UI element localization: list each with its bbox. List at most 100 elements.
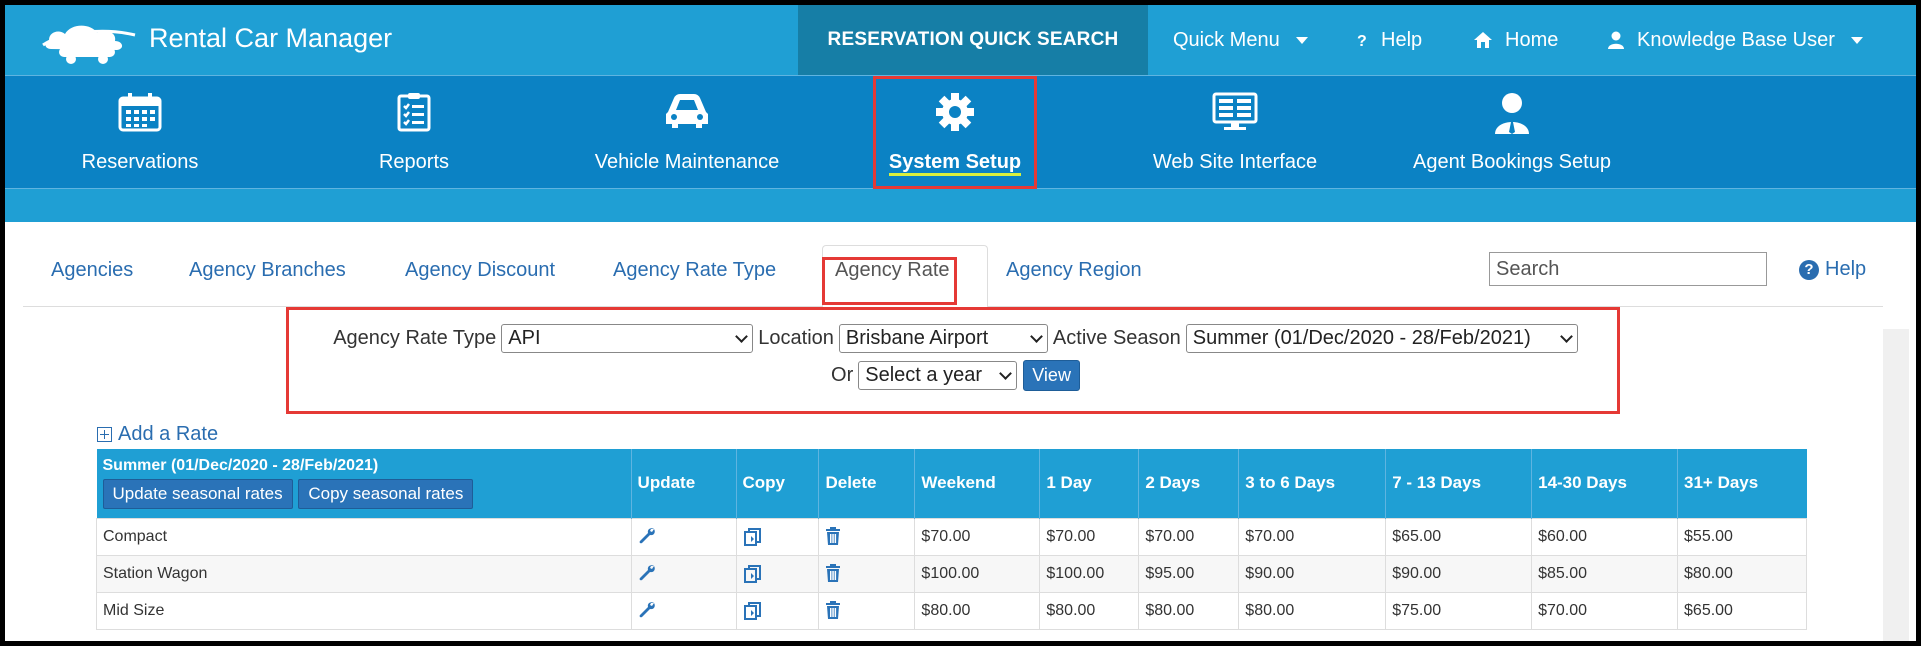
column-header-7-13-days: 7 - 13 Days [1385, 449, 1532, 518]
module-label: Reservations [81, 151, 199, 173]
update-seasonal-rates-button[interactable]: Update seasonal rates [102, 479, 293, 510]
delete-cell [818, 554, 916, 593]
location-label: Location [758, 327, 834, 349]
scrollbar[interactable] [1883, 329, 1909, 641]
update-cell [630, 554, 737, 593]
rate-31-plus-days: $55.00 [1677, 517, 1807, 556]
help-nav-link[interactable]: ? Help [1357, 5, 1422, 75]
tab-agency-discount[interactable]: Agency Discount [405, 259, 555, 282]
sub-header-bar [5, 189, 1916, 222]
rate-weekend: $80.00 [914, 591, 1041, 630]
quick-menu-dropdown[interactable]: Quick Menu [1173, 5, 1308, 75]
copy-icon[interactable] [743, 527, 763, 547]
year-select[interactable]: Select a year [858, 361, 1018, 390]
user-name: Knowledge Base User [1637, 28, 1835, 51]
rate-2-days: $80.00 [1138, 591, 1240, 630]
agent-icon [1495, 93, 1529, 134]
season-header-cell: Summer (01/Dec/2020 - 28/Feb/2021) Updat… [96, 449, 632, 518]
wrench-icon[interactable] [638, 564, 656, 582]
trash-icon[interactable] [825, 527, 841, 546]
table-header-row: Summer (01/Dec/2020 - 28/Feb/2021) Updat… [96, 449, 1807, 518]
rate-31-plus-days: $80.00 [1677, 554, 1807, 593]
column-header-update: Update [630, 449, 736, 518]
cloud-car-logo-icon [42, 25, 136, 64]
rate-type-select[interactable]: API [501, 324, 754, 353]
vehicle-class-cell: Compact [96, 517, 632, 556]
module-reservations[interactable]: Reservations [41, 76, 239, 190]
filter-row: Or Select a year View [289, 360, 1617, 391]
update-cell [630, 517, 737, 556]
user-icon [1608, 31, 1624, 49]
or-label: Or [831, 364, 854, 386]
rates-table: Summer (01/Dec/2020 - 28/Feb/2021) Updat… [96, 449, 1807, 630]
active-tab-highlight [822, 257, 957, 305]
season-title: Summer (01/Dec/2020 - 28/Feb/2021) [102, 457, 379, 475]
column-header-weekend: Weekend [914, 449, 1040, 518]
module-vehicle-maintenance[interactable]: Vehicle Maintenance [577, 76, 797, 190]
copy-seasonal-rates-button[interactable]: Copy seasonal rates [298, 479, 474, 510]
copy-icon[interactable] [743, 564, 763, 584]
home-icon [1474, 32, 1492, 48]
rate-2-days: $70.00 [1138, 517, 1240, 556]
help-circle-icon: ? [1799, 259, 1819, 280]
view-button[interactable]: View [1023, 360, 1080, 391]
monitor-icon [1212, 92, 1258, 130]
module-web-site-interface[interactable]: Web Site Interface [1125, 76, 1345, 190]
chevron-down-icon [735, 329, 749, 343]
wrench-icon[interactable] [638, 527, 656, 545]
tab-agency-region[interactable]: Agency Region [1006, 259, 1142, 282]
add-rate-link[interactable]: Add a Rate [97, 423, 218, 446]
rate-14-30-days: $60.00 [1531, 517, 1679, 556]
rate-14-30-days: $70.00 [1531, 591, 1679, 630]
rate-1-day: $70.00 [1039, 517, 1140, 556]
help-link[interactable]: ? Help [1799, 258, 1866, 281]
table-row: Station Wagon $100.00 $100.00 $95.00 $90… [96, 554, 1807, 593]
filter-row: Agency Rate Type API Location Brisbane A… [289, 324, 1617, 353]
quick-menu-label: Quick Menu [1173, 28, 1280, 51]
tab-agency-branches[interactable]: Agency Branches [189, 259, 346, 282]
module-label: Reports [378, 151, 450, 173]
rate-14-30-days: $85.00 [1531, 554, 1679, 593]
module-label: Vehicle Maintenance [594, 151, 780, 173]
help-link-label: Help [1825, 258, 1867, 280]
plus-square-icon [97, 427, 112, 442]
home-nav-label: Home [1505, 28, 1559, 51]
chevron-down-icon [1030, 329, 1043, 343]
filter-panel-highlight: Agency Rate Type API Location Brisbane A… [286, 307, 1620, 414]
copy-cell [735, 517, 820, 556]
column-header-14-30-days: 14-30 Days [1531, 449, 1678, 518]
active-season-select[interactable]: Summer (01/Dec/2020 - 28/Feb/2021) [1185, 324, 1578, 353]
calendar-icon [118, 93, 162, 132]
top-bar: Rental Car Manager RESERVATION QUICK SEA… [5, 5, 1916, 75]
rate-3-to-6-days: $90.00 [1238, 554, 1387, 593]
reservation-quick-search-button[interactable]: RESERVATION QUICK SEARCH [798, 5, 1148, 75]
app-frame: Rental Car Manager RESERVATION QUICK SEA… [5, 5, 1916, 641]
module-agent-bookings-setup[interactable]: Agent Bookings Setup [1397, 76, 1627, 190]
module-label: Web Site Interface [1152, 151, 1318, 173]
location-select[interactable]: Brisbane Airport [838, 324, 1048, 353]
clipboard-checklist-icon [397, 93, 431, 132]
module-label: Agent Bookings Setup [1413, 151, 1611, 173]
active-season-label: Active Season [1052, 327, 1181, 349]
car-icon [666, 94, 708, 128]
search-input[interactable] [1489, 252, 1767, 286]
trash-icon[interactable] [825, 601, 841, 620]
tab-agencies[interactable]: Agencies [51, 259, 133, 282]
year-value: Select a year [865, 364, 982, 386]
rate-7-13-days: $65.00 [1385, 517, 1533, 556]
column-header-delete: Delete [818, 449, 915, 518]
trash-icon[interactable] [825, 564, 841, 583]
rate-type-value: API [508, 327, 541, 349]
active-module-underline [889, 173, 1021, 176]
copy-icon[interactable] [743, 601, 763, 621]
tab-agency-rate-type[interactable]: Agency Rate Type [613, 259, 776, 282]
home-nav-link[interactable]: Home [1473, 5, 1558, 75]
wrench-icon[interactable] [638, 601, 656, 619]
column-header-2-days: 2 Days [1138, 449, 1239, 518]
user-menu-dropdown[interactable]: Knowledge Base User [1607, 5, 1863, 75]
column-header-31-plus-days: 31+ Days [1677, 449, 1807, 518]
rate-3-to-6-days: $80.00 [1238, 591, 1387, 630]
help-nav-label: Help [1381, 28, 1423, 51]
module-reports[interactable]: Reports [315, 76, 513, 190]
column-header-3-to-6-days: 3 to 6 Days [1238, 449, 1386, 518]
